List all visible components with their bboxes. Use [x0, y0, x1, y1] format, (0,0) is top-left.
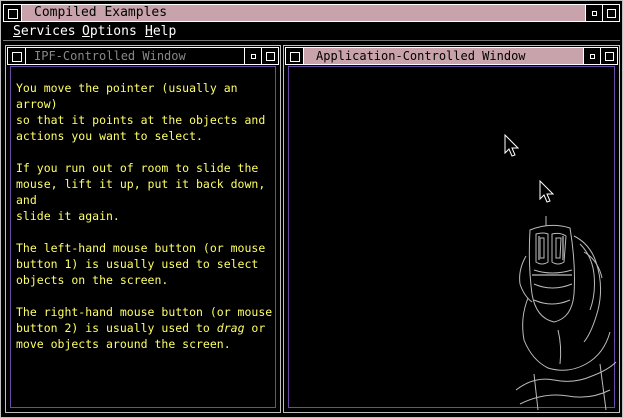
- ipf-minimize-button[interactable]: [244, 48, 261, 64]
- menu-help-mnemonic: H: [145, 24, 153, 39]
- menu-options[interactable]: Options: [82, 24, 137, 40]
- ipf-window-title: IPF-Controlled Window: [34, 49, 186, 63]
- menu-help[interactable]: Help: [145, 24, 176, 40]
- ipf-help-text: You move the pointer (usually an arrow) …: [16, 80, 278, 368]
- menu-separator: [3, 40, 620, 41]
- application-controlled-window[interactable]: Application-Controlled Window: [283, 45, 620, 413]
- arrow-pointer-icon: [539, 180, 555, 203]
- app-system-menu-icon[interactable]: [286, 48, 304, 64]
- ipf-controlled-window[interactable]: IPF-Controlled Window You move the point…: [5, 45, 281, 413]
- arrow-pointer-icon: [504, 134, 520, 157]
- menu-services-mnemonic: S: [13, 24, 21, 39]
- ipf-system-menu-icon[interactable]: [8, 48, 26, 64]
- menu-options-mnemonic: O: [82, 24, 90, 39]
- window-title: Compiled Examples: [34, 5, 168, 20]
- help-paragraph-left-button: The left-hand mouse button (or mouse but…: [16, 241, 266, 287]
- ipf-window-title-bar[interactable]: IPF-Controlled Window: [7, 47, 279, 65]
- help-paragraph-pointer: You move the pointer (usually an arrow) …: [16, 81, 266, 143]
- menu-services-label: ervices: [20, 24, 76, 39]
- system-menu-icon[interactable]: [4, 5, 22, 21]
- maximize-button[interactable]: [602, 5, 619, 21]
- hand-on-mouse-illustration: [515, 216, 617, 411]
- menu-services[interactable]: Services: [13, 24, 76, 40]
- help-paragraph-slide: If you run out of room to slide the mous…: [16, 161, 266, 223]
- menu-help-label: elp: [152, 24, 177, 39]
- app-window-title: Application-Controlled Window: [316, 49, 526, 63]
- app-window-title-bar[interactable]: Application-Controlled Window: [285, 47, 618, 65]
- app-maximize-button[interactable]: [600, 48, 617, 64]
- help-paragraph-right-button: The right-hand mouse button (or mouse bu…: [16, 304, 278, 352]
- app-minimize-button[interactable]: [583, 48, 600, 64]
- minimize-button[interactable]: [585, 5, 602, 21]
- title-bar[interactable]: Compiled Examples: [3, 4, 620, 22]
- menu-bar: Services Options Help: [3, 22, 620, 40]
- menu-options-label: ptions: [89, 24, 137, 39]
- main-window: Compiled Examples Services Options Help …: [0, 0, 623, 418]
- ipf-maximize-button[interactable]: [261, 48, 278, 64]
- help-p4-drag-emphasis: drag: [216, 321, 245, 335]
